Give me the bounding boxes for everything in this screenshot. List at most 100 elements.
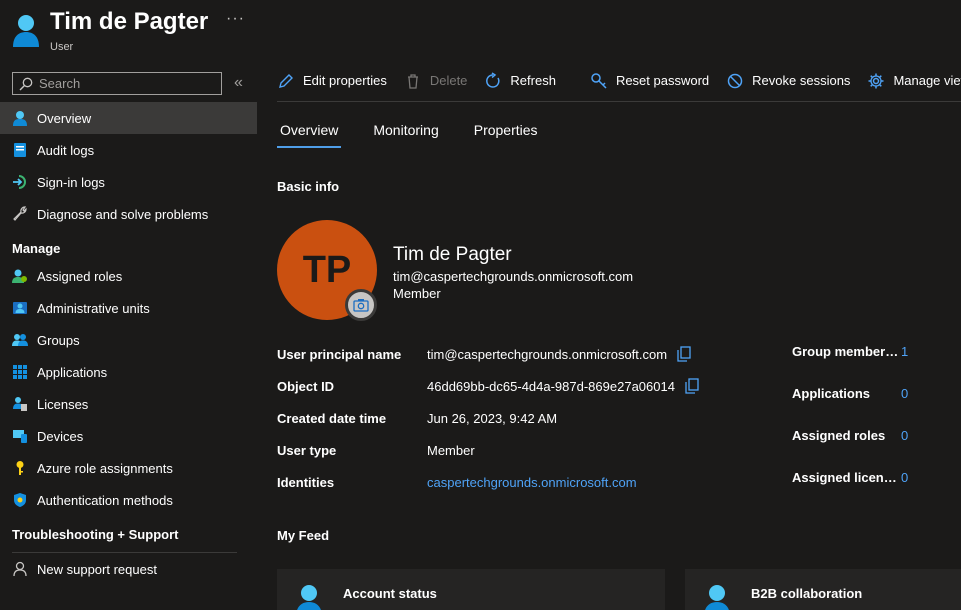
manage-view-label: Manage view bbox=[893, 73, 961, 88]
sidebar-item-label: Diagnose and solve problems bbox=[37, 206, 209, 222]
search-icon bbox=[19, 77, 33, 90]
stat-value-link[interactable]: 1 bbox=[901, 344, 908, 359]
user-overview-page: Tim de Pagter User ··· « Overview Audit … bbox=[0, 0, 961, 610]
property-row-user-type: User type Member bbox=[277, 440, 475, 460]
user-icon bbox=[705, 585, 729, 610]
sidebar-item-label: Applications bbox=[37, 364, 108, 380]
property-value: 46dd69bb-dc65-4d4a-987d-869e27a06014 bbox=[427, 378, 675, 394]
search-input[interactable] bbox=[39, 76, 209, 91]
tab-monitoring[interactable]: Monitoring bbox=[370, 118, 441, 148]
sign-in-icon bbox=[12, 174, 28, 190]
stat-value-link[interactable]: 0 bbox=[901, 386, 908, 401]
page-header: Tim de Pagter User ··· bbox=[0, 0, 961, 60]
trash-icon bbox=[407, 73, 418, 89]
user-icon bbox=[297, 585, 321, 610]
stat-label: Assigned roles bbox=[792, 428, 886, 443]
tab-overview[interactable]: Overview bbox=[277, 118, 342, 148]
my-feed-heading: My Feed bbox=[277, 528, 330, 543]
refresh-button[interactable]: Refresh bbox=[484, 71, 556, 90]
identities-link[interactable]: caspertechgrounds.onmicrosoft.com bbox=[427, 475, 637, 490]
sidebar-item-label: Groups bbox=[37, 332, 80, 348]
sidebar-item-assigned-roles[interactable]: Assigned roles bbox=[0, 260, 257, 292]
collapse-sidebar-button[interactable]: « bbox=[234, 74, 243, 92]
sidebar-item-diagnose[interactable]: Diagnose and solve problems bbox=[0, 198, 257, 230]
main-content: Edit properties Delete Refresh Reset pas… bbox=[277, 60, 961, 610]
tab-properties[interactable]: Properties bbox=[471, 118, 541, 148]
property-label: Created date time bbox=[277, 410, 387, 426]
support-icon bbox=[12, 561, 28, 577]
profile-name: Tim de Pagter bbox=[393, 244, 512, 265]
copy-icon[interactable] bbox=[685, 378, 699, 394]
revoke-sessions-button[interactable]: Revoke sessions bbox=[726, 72, 850, 90]
sidebar-item-label: Assigned roles bbox=[37, 268, 123, 284]
avatar-initials: TP bbox=[302, 248, 352, 291]
property-value: Jun 26, 2023, 9:42 AM bbox=[427, 410, 558, 426]
page-title: Tim de Pagter bbox=[50, 8, 209, 35]
stat-assigned-licenses: Assigned licenses 0 bbox=[792, 470, 908, 485]
key-search-icon bbox=[591, 72, 607, 89]
change-photo-button[interactable] bbox=[345, 289, 377, 321]
sidebar: « Overview Audit logs Sign-in logs Diagn… bbox=[0, 60, 257, 610]
delete-button[interactable]: Delete bbox=[404, 72, 468, 90]
shield-icon bbox=[12, 492, 28, 508]
reset-password-label: Reset password bbox=[615, 73, 710, 88]
camera-icon bbox=[353, 299, 369, 312]
sidebar-item-label: Azure role assignments bbox=[37, 460, 173, 476]
refresh-label: Refresh bbox=[510, 73, 556, 88]
stat-label: Assigned licenses bbox=[792, 470, 900, 485]
groups-icon bbox=[12, 332, 28, 348]
reset-password-button[interactable]: Reset password bbox=[590, 72, 709, 90]
tab-bar: Overview Monitoring Properties bbox=[277, 118, 570, 148]
profile-email: tim@caspertechgrounds.onmicrosoft.com bbox=[393, 269, 634, 284]
property-value: Member bbox=[427, 442, 475, 458]
copy-icon[interactable] bbox=[677, 346, 691, 362]
sidebar-item-devices[interactable]: Devices bbox=[0, 420, 257, 452]
property-row-upn: User principal name tim@caspertechground… bbox=[277, 344, 691, 364]
wrench-icon bbox=[12, 206, 28, 222]
edit-properties-label: Edit properties bbox=[303, 73, 387, 88]
account-status-card[interactable]: Account status bbox=[277, 569, 665, 610]
roles-icon bbox=[12, 268, 28, 284]
sidebar-item-azure-role-assignments[interactable]: Azure role assignments bbox=[0, 452, 257, 484]
more-options-button[interactable]: ··· bbox=[226, 10, 245, 28]
card-title: B2B collaboration bbox=[751, 586, 863, 601]
sidebar-item-authentication-methods[interactable]: Authentication methods bbox=[0, 484, 257, 516]
property-label: Object ID bbox=[277, 378, 335, 394]
basic-info-heading: Basic info bbox=[277, 179, 340, 194]
sidebar-item-new-support-request[interactable]: New support request bbox=[0, 553, 257, 585]
sidebar-item-applications[interactable]: Applications bbox=[0, 356, 257, 388]
sidebar-item-label: Overview bbox=[37, 110, 92, 126]
command-bar: Edit properties Delete Refresh Reset pas… bbox=[277, 60, 961, 102]
key-icon bbox=[12, 460, 28, 476]
sidebar-item-label: Audit logs bbox=[37, 142, 95, 158]
sidebar-item-overview[interactable]: Overview bbox=[0, 102, 257, 134]
page-subtitle: User bbox=[50, 41, 74, 53]
sidebar-item-label: Authentication methods bbox=[37, 492, 173, 508]
devices-icon bbox=[12, 428, 28, 444]
manage-view-button[interactable]: Manage view bbox=[867, 72, 961, 90]
property-row-created: Created date time Jun 26, 2023, 9:42 AM bbox=[277, 408, 557, 428]
b2b-collaboration-card[interactable]: B2B collaboration bbox=[685, 569, 961, 610]
search-box[interactable] bbox=[12, 72, 222, 95]
sidebar-item-sign-in-logs[interactable]: Sign-in logs bbox=[0, 166, 257, 198]
sidebar-item-audit-logs[interactable]: Audit logs bbox=[0, 134, 257, 166]
sidebar-nav: Overview Audit logs Sign-in logs Diagnos… bbox=[0, 102, 257, 585]
stat-value-link[interactable]: 0 bbox=[901, 470, 908, 485]
pencil-icon bbox=[279, 73, 293, 88]
property-value: tim@caspertechgrounds.onmicrosoft.com bbox=[427, 346, 668, 362]
property-label: User type bbox=[277, 442, 337, 458]
delete-label: Delete bbox=[429, 73, 468, 88]
edit-properties-button[interactable]: Edit properties bbox=[277, 72, 387, 90]
stat-value-link[interactable]: 0 bbox=[901, 428, 908, 443]
card-title: Account status bbox=[343, 586, 437, 601]
sidebar-item-label: Administrative units bbox=[37, 300, 150, 316]
sidebar-item-administrative-units[interactable]: Administrative units bbox=[0, 292, 257, 324]
stat-applications: Applications 0 bbox=[792, 386, 908, 401]
profile-user-type: Member bbox=[393, 286, 441, 301]
licenses-icon bbox=[12, 396, 28, 412]
revoke-sessions-label: Revoke sessions bbox=[752, 73, 851, 88]
sidebar-item-groups[interactable]: Groups bbox=[0, 324, 257, 356]
sidebar-item-label: Sign-in logs bbox=[37, 174, 105, 190]
property-label: User principal name bbox=[277, 346, 402, 362]
sidebar-item-licenses[interactable]: Licenses bbox=[0, 388, 257, 420]
